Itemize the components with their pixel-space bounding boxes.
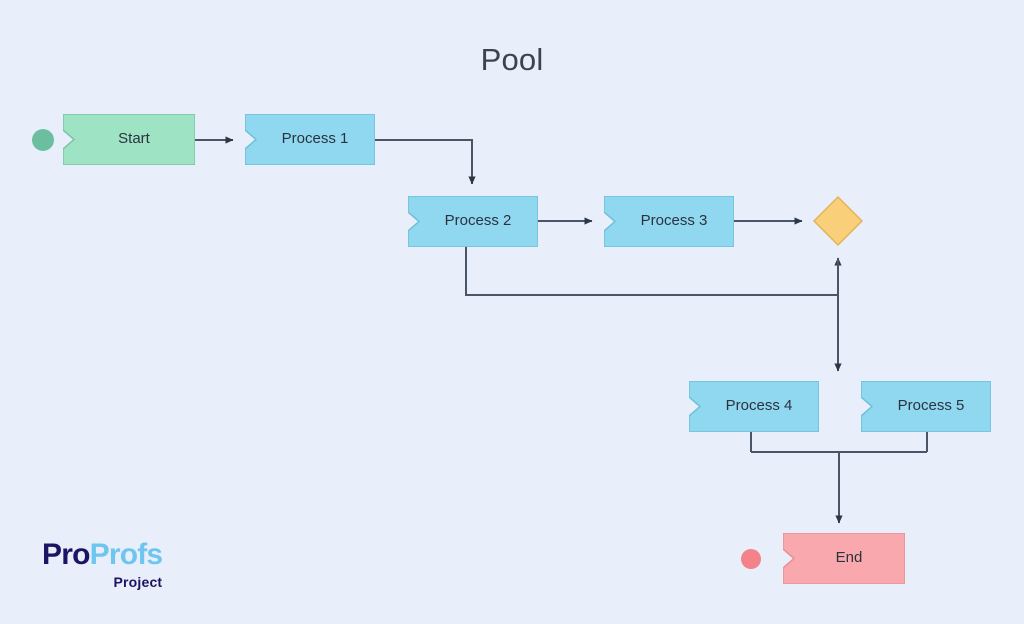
logo-wordmark: ProProfs [42,538,163,571]
node-process-3-label: Process 3 [640,212,708,230]
proprofs-logo: ProProfs Project [42,538,163,591]
node-start[interactable]: Start [63,114,195,165]
node-process-4-label: Process 4 [725,397,793,415]
node-process-5-label: Process 5 [897,397,965,415]
edge-process2-to-gateway-loop [465,247,842,296]
page-title: Pool [480,42,544,77]
node-process-2[interactable]: Process 2 [408,196,538,247]
flowchart-canvas: Pool Start Process 1 Process 2 Process 3… [0,0,1024,624]
logo-pro-text: Pro [42,538,90,571]
node-process-3[interactable]: Process 3 [604,196,734,247]
node-end-label: End [835,549,863,567]
node-process-1[interactable]: Process 1 [245,114,375,165]
node-process-4[interactable]: Process 4 [689,381,819,432]
edge-process1-to-process2 [375,139,476,185]
end-event-dot-icon [741,549,761,569]
node-end[interactable]: End [783,533,905,584]
node-process-5[interactable]: Process 5 [861,381,991,432]
connector-layer [195,136,928,524]
logo-subtitle: Project [113,574,163,590]
logo-profs-text: Profs [89,538,163,571]
node-start-label: Start [118,130,150,148]
start-event-dot-icon [32,129,54,151]
node-process-1-label: Process 1 [281,130,349,148]
gateway-shape [813,196,863,246]
node-gateway-diamond[interactable] [812,195,864,247]
node-process-2-label: Process 2 [444,212,512,230]
